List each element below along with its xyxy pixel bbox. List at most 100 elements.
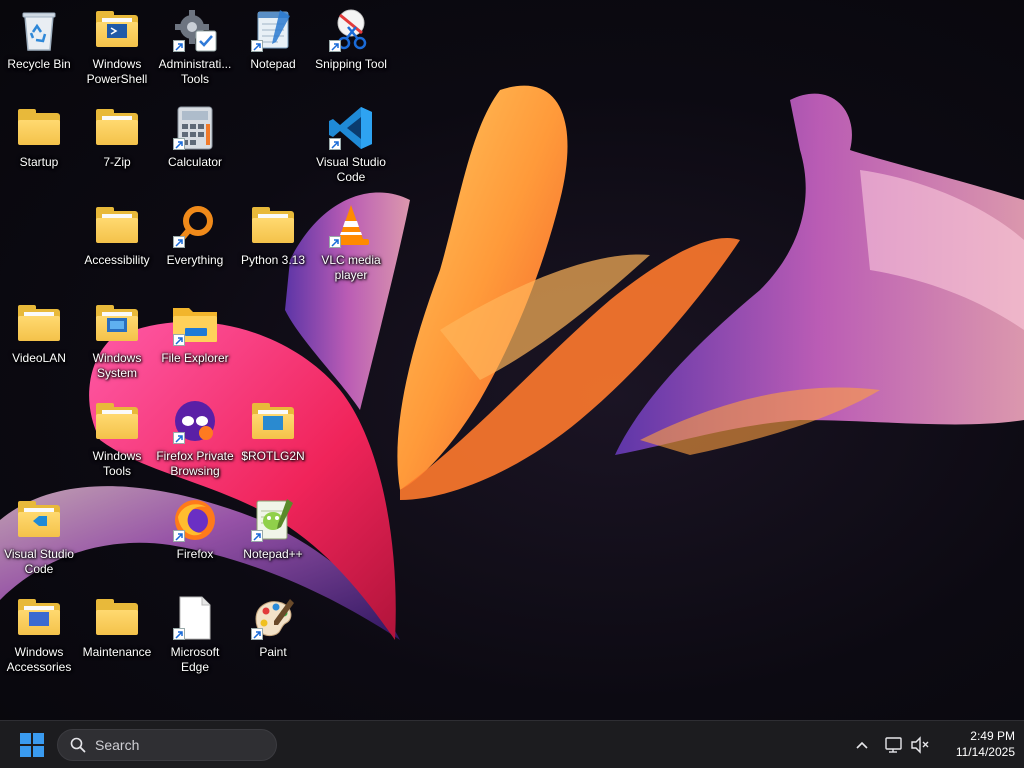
desktop-icon-microsoft-edge[interactable]: Microsoft Edge: [156, 594, 234, 675]
start-button[interactable]: [14, 729, 50, 761]
shortcut-arrow-icon: [251, 530, 263, 542]
shortcut-arrow-icon: [173, 530, 185, 542]
desktop-icon-label: Administrati... Tools: [158, 57, 232, 86]
folder-icon: [93, 398, 141, 446]
snipping-tool-icon: [327, 6, 375, 54]
desktop-icon-label: Snipping Tool: [315, 57, 387, 71]
desktop-icon-maintenance[interactable]: Maintenance: [78, 594, 156, 660]
desktop-icon-rotlg2n-folder[interactable]: $ROTLG2N: [234, 398, 312, 464]
desktop-icon-python-313[interactable]: Python 3.13: [234, 202, 312, 268]
desktop-icon-snipping-tool[interactable]: Snipping Tool: [312, 6, 390, 72]
desktop-icon-label: Windows PowerShell: [86, 57, 148, 86]
desktop-icon-label: Visual Studio Code: [316, 155, 386, 184]
desktop-icon-windows-accessories[interactable]: Windows Accessories: [0, 594, 78, 675]
folder-icon: [93, 6, 141, 54]
administrative-tools-icon: [171, 6, 219, 54]
shortcut-arrow-icon: [173, 628, 185, 640]
desktop-icon-label: File Explorer: [161, 351, 229, 365]
desktop-icon-label: Notepad++: [243, 547, 303, 561]
recycle-bin-icon: [15, 6, 63, 54]
windows-logo-icon: [20, 733, 44, 757]
calculator-icon: [171, 104, 219, 152]
shortcut-arrow-icon: [251, 628, 263, 640]
shortcut-arrow-icon: [329, 40, 341, 52]
folder-icon: [15, 496, 63, 544]
desktop-icon-videolan[interactable]: VideoLAN: [0, 300, 78, 366]
desktop-icon-label: Windows Tools: [92, 449, 142, 478]
desktop-icon-label: Windows System: [92, 351, 142, 380]
notepadpp-icon: [249, 496, 297, 544]
folder-icon: [93, 300, 141, 348]
desktop-icon-windows-powershell[interactable]: Windows PowerShell: [78, 6, 156, 87]
desktop-icon-notepad[interactable]: Notepad: [234, 6, 312, 72]
speaker-muted-icon: [911, 736, 929, 754]
desktop-icon-vlc-media-player[interactable]: VLC media player: [312, 202, 390, 283]
desktop-icon-label: Windows Accessories: [6, 645, 72, 674]
desktop-icon-accessibility[interactable]: Accessibility: [78, 202, 156, 268]
folder-icon: [15, 300, 63, 348]
shortcut-arrow-icon: [173, 236, 185, 248]
desktop-icon-label: Paint: [259, 645, 287, 659]
desktop-icon-label: Python 3.13: [240, 253, 306, 267]
firefox-private-icon: [171, 398, 219, 446]
desktop-icon-everything[interactable]: Everything: [156, 202, 234, 268]
desktop-icon-label: Microsoft Edge: [170, 645, 220, 674]
paint-icon: [249, 594, 297, 642]
folder-icon: [249, 398, 297, 446]
firefox-icon: [171, 496, 219, 544]
desktop-icon-label: Notepad: [250, 57, 296, 71]
desktop-icon-paint[interactable]: Paint: [234, 594, 312, 660]
folder-icon: [249, 202, 297, 250]
desktop-icon-windows-system[interactable]: Windows System: [78, 300, 156, 381]
desktop-icon-label: Recycle Bin: [7, 57, 71, 71]
desktop-icon-label: VideoLAN: [12, 351, 66, 365]
shortcut-arrow-icon: [251, 40, 263, 52]
desktop-icon-label: Accessibility: [84, 253, 150, 267]
desktop-icon-visual-studio-code[interactable]: Visual Studio Code: [312, 104, 390, 185]
desktop-icon-notepad-plus-plus[interactable]: Notepad++: [234, 496, 312, 562]
desktop-icon-label: $ROTLG2N: [241, 449, 305, 463]
shortcut-arrow-icon: [173, 432, 185, 444]
folder-icon: [93, 594, 141, 642]
desktop-icon-label: Visual Studio Code: [4, 547, 74, 576]
shortcut-arrow-icon: [173, 334, 185, 346]
desktop-icon-visual-studio-code-folder[interactable]: Visual Studio Code: [0, 496, 78, 577]
shortcut-arrow-icon: [329, 138, 341, 150]
folder-icon: [15, 594, 63, 642]
desktop-icon-firefox-private-browsing[interactable]: Firefox Private Browsing: [156, 398, 234, 479]
desktop-icon-label: Calculator: [167, 155, 223, 169]
desktop-icon-file-explorer[interactable]: File Explorer: [156, 300, 234, 366]
folder-icon: [93, 104, 141, 152]
network-status-button[interactable]: [882, 733, 906, 757]
shortcut-arrow-icon: [173, 40, 185, 52]
desktop-icon-calculator[interactable]: Calculator: [156, 104, 234, 170]
shortcut-arrow-icon: [329, 236, 341, 248]
search-icon: [70, 737, 86, 753]
taskbar-clock[interactable]: 2:49 PM 11/14/2025: [935, 728, 1015, 762]
desktop-icon-administrative-tools[interactable]: Administrati... Tools: [156, 6, 234, 87]
desktop-icon-recycle-bin[interactable]: Recycle Bin: [0, 6, 78, 72]
desktop-icon-7zip[interactable]: 7-Zip: [78, 104, 156, 170]
taskbar: Search 2:49 PM 11/14/2025: [0, 720, 1024, 768]
desktop-icon-label: VLC media player: [321, 253, 381, 282]
taskbar-search-box[interactable]: Search: [57, 729, 277, 761]
desktop-icon-windows-tools[interactable]: Windows Tools: [78, 398, 156, 479]
file-explorer-icon: [171, 300, 219, 348]
desktop-icon-label: Firefox Private Browsing: [156, 449, 234, 478]
desktop-icon-label: Maintenance: [82, 645, 152, 659]
folder-icon: [15, 104, 63, 152]
desktop-icon-firefox[interactable]: Firefox: [156, 496, 234, 562]
blank-file-icon: [171, 594, 219, 642]
desktop-icon-label: Firefox: [176, 547, 214, 561]
everything-search-icon: [171, 202, 219, 250]
folder-icon: [93, 202, 141, 250]
vlc-icon: [327, 202, 375, 250]
desktop-icon-label: Startup: [19, 155, 59, 169]
desktop-icon-startup[interactable]: Startup: [0, 104, 78, 170]
volume-button[interactable]: [908, 733, 932, 757]
clock-date: 11/14/2025: [955, 745, 1015, 759]
show-hidden-icons-button[interactable]: [850, 733, 874, 757]
desktop-icon-label: 7-Zip: [103, 155, 131, 169]
shortcut-arrow-icon: [173, 138, 185, 150]
vscode-icon: [327, 104, 375, 152]
